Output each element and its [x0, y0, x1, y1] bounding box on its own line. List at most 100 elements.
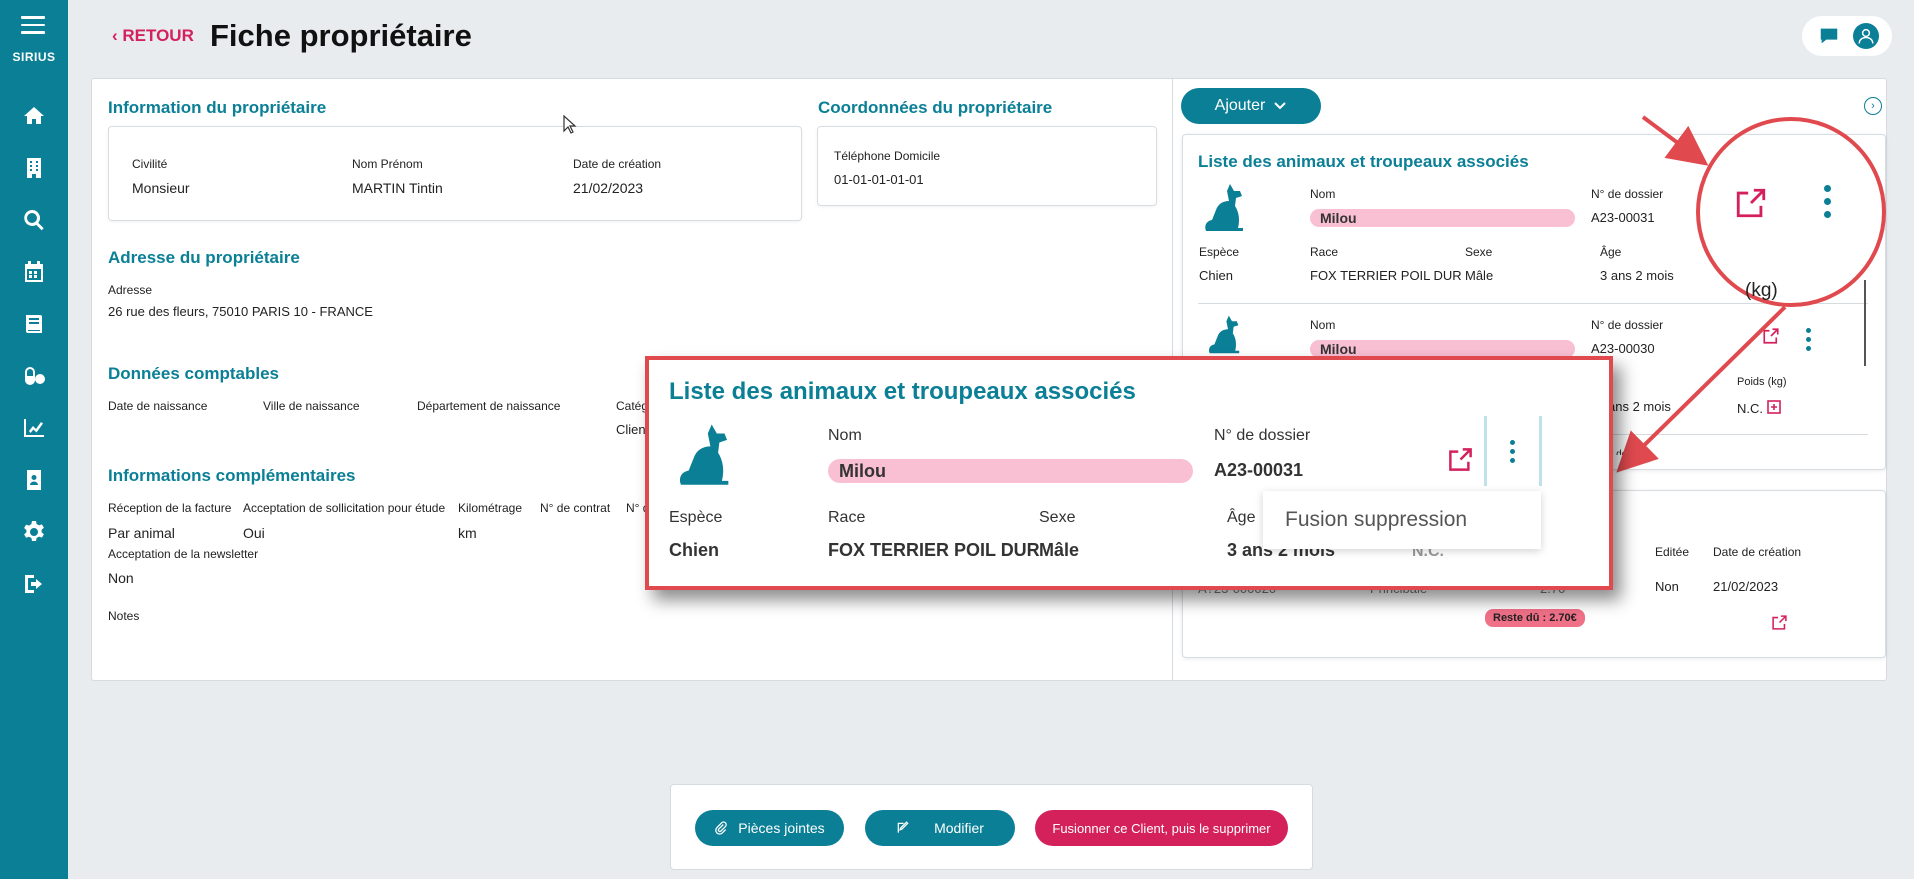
- categorie-value: Clien: [616, 422, 646, 437]
- acceptation-etude-label: Acceptation de sollicitation pour étude: [243, 501, 446, 515]
- paperclip-icon: [715, 821, 728, 835]
- zoom-dossier: A23-00031: [1214, 460, 1304, 480]
- user-profile-icon[interactable]: [1852, 23, 1879, 49]
- adresse-label: Adresse: [108, 283, 153, 297]
- owner-info-title: Information du propriétaire: [108, 98, 327, 117]
- owner-info-box: [108, 126, 802, 221]
- animal-1-espece: Chien: [1199, 268, 1233, 283]
- external-link-icon-magnified: [1736, 188, 1766, 218]
- animal-1-sexe: Mâle: [1465, 268, 1494, 283]
- departement-naissance-label: Département de naissance: [417, 399, 561, 413]
- pieces-jointes-button[interactable]: Pièces jointes: [695, 810, 844, 846]
- comptables-title: Données comptables: [108, 364, 279, 383]
- nom-prenom-value: MARTIN Tintin: [352, 180, 443, 196]
- zoom-age-label: Âge: [1227, 509, 1256, 526]
- complementaires-title: Informations complémentaires: [108, 466, 356, 485]
- zoom-espece: Chien: [669, 540, 720, 560]
- expand-right-icon[interactable]: ›: [1864, 97, 1882, 115]
- notes-label: Notes: [108, 609, 140, 623]
- building-icon[interactable]: [0, 148, 68, 188]
- contrat-label: N° de contrat: [540, 501, 611, 515]
- ajouter-button[interactable]: Ajouter: [1181, 88, 1321, 124]
- zoom-race: FOX TERRIER POIL DUR: [828, 540, 1040, 560]
- fusion-suppression-menu-item[interactable]: Fusion suppression: [1263, 491, 1541, 549]
- chevron-left-icon: ‹: [112, 26, 123, 45]
- gear-icon[interactable]: [0, 512, 68, 552]
- adresse-title: Adresse du propriétaire: [108, 248, 300, 267]
- kebab-menu-button[interactable]: [1484, 416, 1542, 486]
- brand-logo: SIRIUS: [12, 50, 56, 64]
- ville-naissance-label: Ville de naissance: [263, 399, 360, 413]
- civilite-value: Monsieur: [132, 180, 190, 196]
- zoom-nom-label: Nom: [828, 427, 862, 444]
- logout-icon[interactable]: [0, 564, 68, 604]
- bottom-action-bar: Pièces jointes Modifier Fusionner ce Cli…: [670, 784, 1313, 870]
- calendar-icon[interactable]: [0, 252, 68, 292]
- kebab-menu-icon[interactable]: [1806, 328, 1812, 355]
- kg-fragment: (kg): [1745, 280, 1778, 301]
- fusionner-supprimer-button[interactable]: Fusionner ce Client, puis le supprimer: [1035, 810, 1288, 846]
- home-icon[interactable]: [0, 96, 68, 136]
- reception-facture-label: Réception de la facture: [108, 501, 232, 515]
- dog-icon: [1205, 184, 1243, 231]
- external-link-icon[interactable]: [1771, 614, 1788, 631]
- chat-icon[interactable]: [1816, 23, 1842, 49]
- coordonnees-title: Coordonnées du propriétaire: [818, 98, 1053, 117]
- scrollbar-thumb[interactable]: [1864, 280, 1866, 366]
- kebab-menu-icon: [1510, 440, 1516, 467]
- animal-1-sexe-label: Sexe: [1465, 245, 1493, 259]
- zoom-espece-label: Espèce: [669, 509, 723, 526]
- animal-2-dossier: A23-00030: [1591, 341, 1655, 356]
- sidebar: SIRIUS: [0, 0, 68, 879]
- animal-1-age-label: Âge: [1600, 245, 1622, 259]
- coordonnees-box: [817, 126, 1157, 206]
- date-creation-label: Date de création: [573, 157, 662, 171]
- top-actions: [1802, 16, 1892, 56]
- external-link-icon[interactable]: [1762, 327, 1780, 345]
- book-icon[interactable]: [0, 304, 68, 344]
- zoom-sexe-label: Sexe: [1039, 509, 1076, 526]
- animal-2-nom-label: Nom: [1310, 318, 1336, 332]
- reste-du-badge: Reste dû : 2.70€: [1485, 609, 1585, 627]
- animal-1-espece-label: Espèce: [1199, 245, 1240, 259]
- facture-date-label: Date de création: [1713, 545, 1802, 559]
- animal-1-nom-label: Nom: [1310, 187, 1336, 201]
- modifier-button[interactable]: Modifier: [865, 810, 1015, 846]
- civilite-label: Civilité: [132, 157, 168, 171]
- date-naissance-label: Date de naissance: [108, 399, 208, 413]
- animal-2-poids-label: Poids (kg): [1737, 376, 1787, 388]
- kebab-menu-icon-magnified: [1824, 185, 1831, 222]
- animal-2-poids: N.C.: [1737, 401, 1763, 416]
- animal-1-nom[interactable]: Milou: [1310, 209, 1575, 227]
- annotation-circle: [1696, 117, 1886, 307]
- search-icon[interactable]: [0, 200, 68, 240]
- facture-date: 21/02/2023: [1713, 579, 1779, 594]
- telephone-label: Téléphone Domicile: [834, 149, 941, 163]
- pills-icon[interactable]: [0, 356, 68, 396]
- acceptation-etude-value: Oui: [243, 525, 265, 541]
- zoom-race-label: Race: [828, 509, 866, 526]
- telephone-value: 01-01-01-01-01: [834, 172, 924, 187]
- animal-1-dossier-label: N° de dossier: [1591, 187, 1664, 201]
- chevron-down-icon: [1274, 102, 1287, 110]
- cut-label: r de ssier: [1610, 449, 1652, 455]
- animal-2-dossier-label: N° de dossier: [1591, 318, 1664, 332]
- categorie-label: Catég: [616, 399, 649, 413]
- animal-1-race: FOX TERRIER POIL DUR: [1310, 268, 1462, 283]
- external-link-icon[interactable]: [1447, 446, 1474, 473]
- hamburger-menu-icon[interactable]: [21, 16, 45, 34]
- edit-icon: [897, 821, 909, 833]
- zoom-sexe: Mâle: [1039, 540, 1080, 560]
- newsletter-label: Acceptation de la newsletter: [108, 547, 259, 561]
- animal-2-age: ans 2 mois: [1608, 399, 1671, 414]
- dog-icon: [1209, 315, 1240, 354]
- chart-line-icon[interactable]: [0, 408, 68, 448]
- animals-title: Liste des animaux et troupeaux associés: [1198, 152, 1529, 171]
- zoom-nom[interactable]: Milou: [828, 459, 1193, 483]
- add-weight-icon[interactable]: [1767, 400, 1781, 414]
- kilometrage-value: km: [458, 525, 477, 541]
- adresse-value: 26 rue des fleurs, 75010 PARIS 10 - FRAN…: [108, 304, 373, 319]
- back-link[interactable]: ‹ RETOUR: [112, 26, 194, 46]
- zoom-dossier-label: N° de dossier: [1214, 427, 1311, 444]
- contact-book-icon[interactable]: [0, 460, 68, 500]
